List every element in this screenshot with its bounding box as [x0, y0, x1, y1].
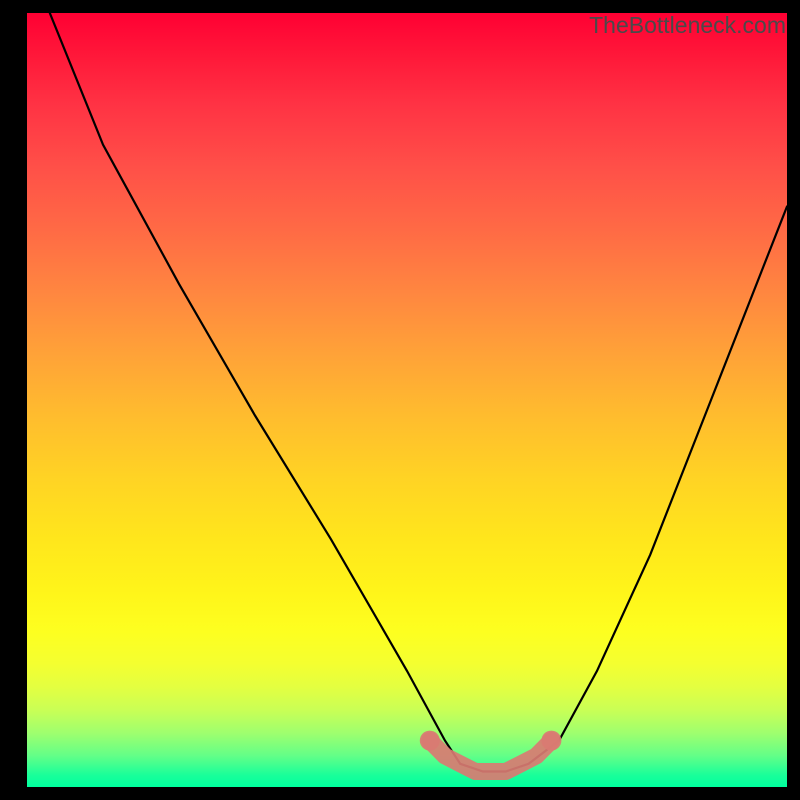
optimal-zone-marker — [420, 731, 562, 772]
watermark-text: TheBottleneck.com — [589, 12, 786, 39]
chart-svg — [27, 13, 787, 787]
chart-plot-area — [27, 13, 787, 787]
bottleneck-curve — [50, 13, 787, 772]
